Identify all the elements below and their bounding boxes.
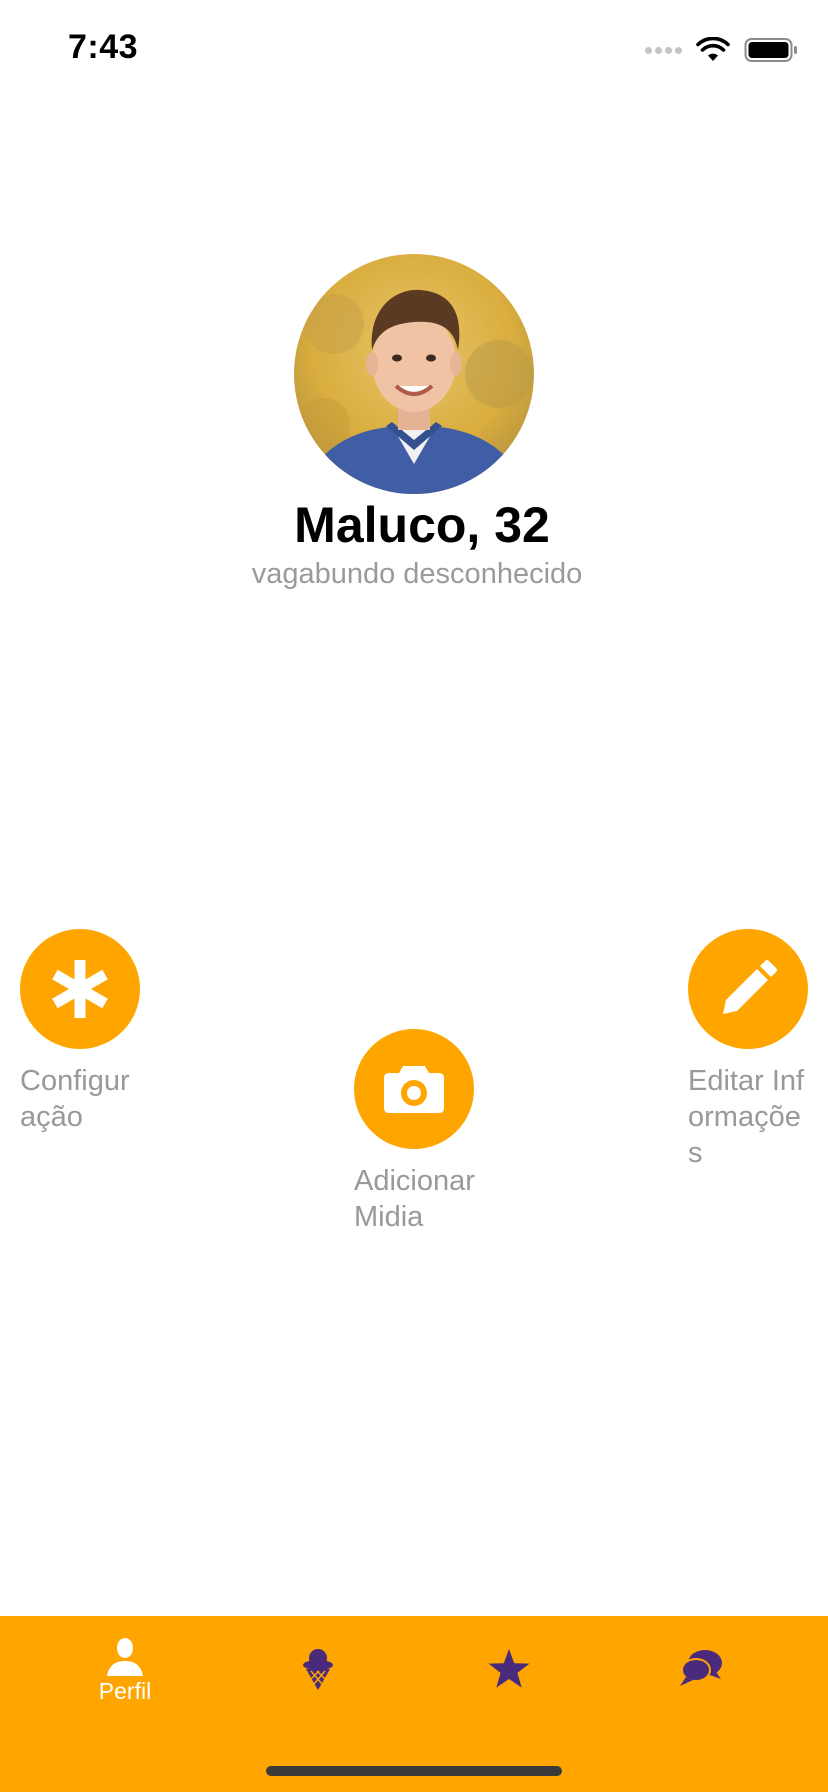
edit-info-button[interactable]	[688, 929, 808, 1049]
status-icons	[645, 34, 798, 66]
add-media-button[interactable]	[354, 1029, 474, 1149]
tab-perfil[interactable]: Perfil	[65, 1636, 185, 1726]
profile-photo	[294, 254, 534, 494]
status-time: 7:43	[68, 28, 139, 66]
edit-info-label: Editar Informações	[688, 1065, 805, 1169]
edit-info-action: Editar Informações	[688, 929, 818, 1171]
profile-subtitle: vagabundo desconhecido	[251, 558, 583, 590]
battery-icon	[744, 38, 797, 62]
profile-avatar[interactable]	[294, 254, 534, 494]
camera-icon	[384, 1066, 444, 1113]
tab-ice-cream[interactable]	[258, 1636, 378, 1726]
profile-name: Maluco, 32	[294, 497, 550, 553]
add-media-label: Adicionar Midia	[354, 1165, 475, 1233]
home-indicator[interactable]	[266, 1766, 562, 1776]
asterisk-icon	[52, 960, 108, 1018]
settings-button[interactable]	[20, 929, 140, 1049]
wifi-icon	[696, 37, 730, 61]
tab-chat[interactable]	[641, 1636, 761, 1726]
star-icon	[488, 1649, 530, 1688]
settings-label: Configuração	[20, 1065, 130, 1133]
pencil-icon	[723, 960, 777, 1014]
tab-perfil-label: Perfil	[98, 1678, 152, 1704]
person-icon	[107, 1638, 143, 1676]
tab-star[interactable]	[449, 1636, 569, 1726]
chat-bubbles-icon	[680, 1650, 722, 1686]
add-media-action: Adicionar Midia	[354, 1029, 484, 1235]
settings-action: Configuração	[20, 929, 150, 1135]
cellular-signal-icon	[645, 46, 682, 54]
ice-cream-icon	[303, 1649, 333, 1690]
